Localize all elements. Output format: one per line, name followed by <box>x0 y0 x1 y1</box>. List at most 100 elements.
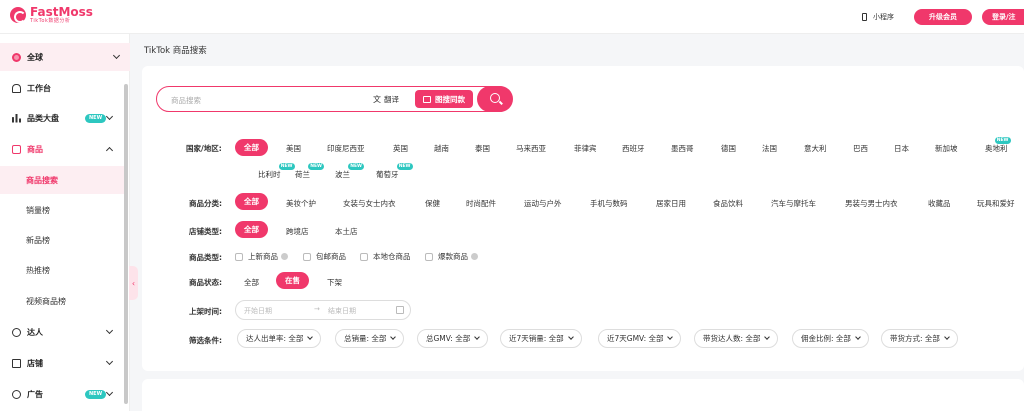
store-type-chip[interactable]: 全部 <box>235 221 268 238</box>
sidebar-item-new-rank[interactable]: 新品榜 <box>0 226 124 254</box>
store-type-chip[interactable]: 本土店 <box>335 226 358 237</box>
product-type-checkbox[interactable]: 包邮商品 <box>303 251 346 262</box>
country-chip[interactable]: 新加坡 <box>935 143 958 154</box>
category-chip[interactable]: 汽车与摩托车 <box>771 198 816 209</box>
country-chip[interactable]: 美国 <box>286 143 301 154</box>
category-chip[interactable]: 居家日用 <box>656 198 686 209</box>
info-icon <box>281 253 288 260</box>
brand-name: FastMoss <box>30 5 93 19</box>
category-chip[interactable]: 美妆个护 <box>286 198 316 209</box>
filter-dropdown-label: 近7天销量: 全部 <box>509 334 564 343</box>
login-button[interactable]: 登录/注 <box>982 9 1024 25</box>
product-type-checkbox[interactable]: 爆款商品 <box>425 251 478 262</box>
category-chip[interactable]: 保健 <box>425 198 440 209</box>
country-chip[interactable]: 菲律宾 <box>574 143 597 154</box>
country-chip[interactable]: 日本 <box>894 143 909 154</box>
product-type-checkbox[interactable]: 本地仓商品 <box>360 251 411 262</box>
category-chip[interactable]: 手机与数码 <box>590 198 628 209</box>
translate-button[interactable]: 文 翻译 <box>373 94 399 105</box>
category-chip[interactable]: 玩具和爱好 <box>977 198 1015 209</box>
sidebar-item-hot-rank[interactable]: 热推榜 <box>0 256 124 284</box>
country-chip[interactable]: 比利时 NEW <box>258 163 295 180</box>
country-chip[interactable]: 意大利 <box>804 143 827 154</box>
country-chip[interactable]: 巴西 <box>853 143 868 154</box>
country-chip[interactable]: 荷兰 NEW <box>295 163 324 180</box>
end-date-input[interactable]: 结束日期 <box>328 306 356 316</box>
filter-dropdown[interactable]: 近7天GMV: 全部 <box>598 329 682 348</box>
bar-chart-icon <box>12 114 21 123</box>
filter-dropdown[interactable]: 总销量: 全部 <box>335 329 405 348</box>
upgrade-button[interactable]: 升级会员 <box>914 9 972 25</box>
start-date-input[interactable]: 开始日期 <box>244 306 272 316</box>
filter-dropdown[interactable]: 达人出单率: 全部 <box>237 329 322 348</box>
country-chip-label: 波兰 <box>335 170 350 179</box>
sidebar-region-selector[interactable]: 全球 <box>0 43 130 71</box>
store-icon <box>12 358 21 368</box>
new-badge: NEW <box>348 163 364 170</box>
logo[interactable]: FastMoss TikTok数据分析 <box>10 6 93 24</box>
country-chip[interactable]: 德国 <box>721 143 736 154</box>
sidebar-item-category[interactable]: 品类大盘 NEW <box>0 107 124 129</box>
country-chip[interactable]: 全部 <box>235 139 268 156</box>
country-chip[interactable]: 西班牙 <box>622 143 645 154</box>
image-search-button[interactable]: 图搜同款 <box>415 90 473 108</box>
filter-dropdown[interactable]: 佣金比例: 全部 <box>792 329 869 348</box>
sidebar-item-creators[interactable]: 达人 <box>0 321 124 343</box>
country-chip[interactable]: 马来西亚 <box>516 143 546 154</box>
sidebar-item-ads[interactable]: 广告 NEW <box>0 383 124 405</box>
country-chip[interactable]: 越南 <box>434 143 449 154</box>
country-chip[interactable]: 英国 <box>393 143 408 154</box>
sidebar-item-label: 广告 <box>27 389 43 399</box>
product-type-checkbox[interactable]: 上新商品 <box>235 251 288 262</box>
search-button[interactable] <box>477 85 513 112</box>
filter-dropdown[interactable]: 近7天销量: 全部 <box>500 329 582 348</box>
country-chip[interactable]: 奥地利 NEW <box>985 137 1011 154</box>
sidebar-item-workbench[interactable]: 工作台 <box>0 77 124 99</box>
country-chip[interactable]: 波兰 NEW <box>335 163 364 180</box>
status-chip[interactable]: 下架 <box>327 277 342 288</box>
country-chip[interactable]: 泰国 <box>475 143 490 154</box>
sidebar-collapse-toggle[interactable]: ‹ <box>129 266 138 300</box>
status-label: 商品状态: <box>189 278 222 287</box>
filter-dropdown[interactable]: 总GMV: 全部 <box>417 329 489 348</box>
sidebar-item-product-search[interactable]: 商品搜索 <box>0 166 124 194</box>
sidebar-item-stores[interactable]: 店铺 <box>0 352 124 374</box>
sidebar-item-products[interactable]: 商品 <box>0 138 124 160</box>
search-input[interactable]: 商品搜索 <box>171 95 201 106</box>
filter-dropdown[interactable]: 带货方式: 全部 <box>881 329 958 348</box>
mini-program-label: 小程序 <box>873 13 894 21</box>
country-chip[interactable]: 印度尼西亚 <box>327 143 365 154</box>
category-chip[interactable]: 男装与男士内衣 <box>845 198 898 209</box>
status-chip[interactable]: 全部 <box>244 277 259 288</box>
product-type-label: 商品类型: <box>189 253 222 262</box>
category-chip[interactable]: 食品饮料 <box>713 198 743 209</box>
category-chip[interactable]: 时尚配件 <box>466 198 496 209</box>
filter-dropdown-label: 总销量: 全部 <box>344 334 387 343</box>
filter-dropdown[interactable]: 带货达人数: 全部 <box>694 329 779 348</box>
sidebar-item-sales-rank[interactable]: 销量榜 <box>0 196 124 224</box>
country-chip[interactable]: 墨西哥 <box>671 143 694 154</box>
category-chip[interactable]: 女装与女士内衣 <box>343 198 396 209</box>
filter-dropdown-label: 带货达人数: 全部 <box>703 334 761 343</box>
checkbox-icon <box>303 252 311 261</box>
fastmoss-logo-icon <box>10 7 26 23</box>
checkbox-label: 上新商品 <box>248 252 278 261</box>
category-chip[interactable]: 全部 <box>235 193 268 210</box>
filter-dropdown-label: 带货方式: 全部 <box>890 334 940 343</box>
mini-program-link[interactable]: 小程序 <box>862 12 894 22</box>
category-chip[interactable]: 运动与户外 <box>524 198 562 209</box>
status-chip[interactable]: 在售 <box>276 272 309 289</box>
arrow-right-icon: → <box>314 305 320 313</box>
country-chip[interactable]: 法国 <box>762 143 777 154</box>
sidebar-item-video-rank[interactable]: 视频商品榜 <box>0 287 124 315</box>
image-search-label: 图搜同款 <box>435 94 465 104</box>
chevron-down-icon <box>390 334 397 340</box>
category-chip[interactable]: 收藏品 <box>928 198 951 209</box>
date-range-picker[interactable]: 开始日期 → 结束日期 <box>235 300 411 320</box>
sidebar-scrollbar[interactable] <box>124 84 128 404</box>
new-badge: NEW <box>396 163 413 170</box>
chevron-up-icon <box>105 146 114 155</box>
store-type-chip[interactable]: 跨境店 <box>286 226 309 237</box>
country-chip[interactable]: 葡萄牙 NEW <box>376 163 413 180</box>
checkbox-label: 爆款商品 <box>438 252 468 261</box>
